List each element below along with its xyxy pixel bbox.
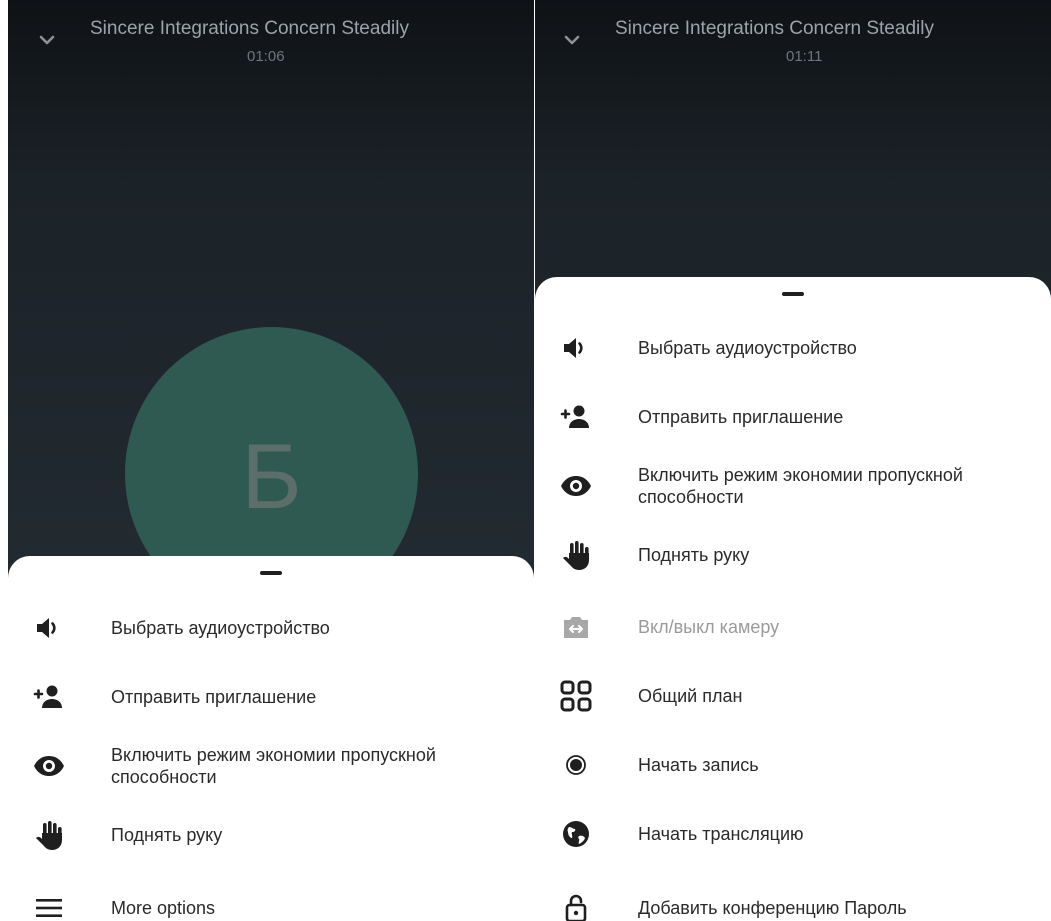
menu-item-select-audio-device[interactable]: Выбрать аудиоустройство xyxy=(535,318,1051,378)
switch-camera-icon xyxy=(559,610,593,644)
menu-item-toggle-camera: Вкл/выкл камеру xyxy=(535,597,1051,657)
call-screen-right: Sincere Integrations Concern Steadily 01… xyxy=(535,0,1051,921)
menu-item-label: Общий план xyxy=(638,686,743,706)
menu-item-label: Выбрать аудиоустройство xyxy=(638,338,857,358)
menu-item-raise-hand[interactable]: Поднять руку xyxy=(8,805,534,865)
menu-item-start-recording[interactable]: Начать запись xyxy=(535,735,1051,795)
add-person-icon xyxy=(32,680,66,714)
volume-icon xyxy=(559,331,593,365)
menu-item-label: Поднять руку xyxy=(111,825,223,845)
menu-item-send-invite[interactable]: Отправить приглашение xyxy=(535,387,1051,447)
record-icon xyxy=(559,748,593,782)
call-header: Sincere Integrations Concern Steadily 01… xyxy=(535,0,1051,80)
menu-item-raise-hand[interactable]: Поднять руку xyxy=(535,525,1051,585)
add-person-icon xyxy=(559,400,593,434)
globe-icon xyxy=(559,817,593,851)
menu-item-send-invite[interactable]: Отправить приглашение xyxy=(8,667,534,727)
chevron-down-icon[interactable] xyxy=(35,28,59,52)
menu-item-label: Отправить приглашение xyxy=(638,407,844,427)
call-screen-left: Sincere Integrations Concern Steadily 01… xyxy=(8,0,534,921)
call-duration: 01:11 xyxy=(786,48,823,65)
menu-item-more-options[interactable]: More options xyxy=(8,878,534,921)
menu-item-label: Начать запись xyxy=(638,755,759,775)
sheet-drag-handle[interactable] xyxy=(782,292,804,296)
menu-item-select-audio-device[interactable]: Выбрать аудиоустройство xyxy=(8,598,534,658)
lock-open-icon xyxy=(559,891,593,921)
menu-item-add-conference-password[interactable]: Добавить конференцию Пароль xyxy=(535,878,1051,921)
hand-icon xyxy=(559,538,593,572)
menu-item-label: Включить режим экономии пропускной спосо… xyxy=(111,745,436,787)
menu-item-label: Поднять руку xyxy=(638,545,750,565)
menu-item-low-bandwidth-mode[interactable]: Включить режим экономии пропускной спосо… xyxy=(535,456,1051,516)
menu-item-label: Добавить конференцию Пароль xyxy=(638,898,907,918)
menu-item-label: More options xyxy=(111,898,216,918)
call-duration: 01:06 xyxy=(247,48,285,65)
menu-item-label: Начать трансляцию xyxy=(638,824,804,844)
volume-icon xyxy=(32,611,66,645)
menu-item-label: Отправить приглашение xyxy=(111,687,317,707)
menu-item-tile-view[interactable]: Общий план xyxy=(535,666,1051,726)
menu-icon xyxy=(32,891,66,921)
options-bottom-sheet: Выбрать аудиоустройство Отправить пригла… xyxy=(535,277,1051,921)
conference-title: Sincere Integrations Concern Steadily xyxy=(615,18,934,39)
menu-item-label: Выбрать аудиоустройство xyxy=(111,618,330,638)
menu-item-label: Вкл/выкл камеру xyxy=(638,617,780,637)
menu-item-start-livestream[interactable]: Начать трансляцию xyxy=(535,804,1051,864)
options-bottom-sheet: Выбрать аудиоустройство Отправить пригла… xyxy=(8,556,534,921)
call-header: Sincere Integrations Concern Steadily 01… xyxy=(8,0,534,80)
hand-icon xyxy=(32,818,66,852)
avatar-initial: Б xyxy=(241,426,302,528)
chevron-down-icon[interactable] xyxy=(560,28,584,52)
eye-icon xyxy=(559,469,593,503)
menu-item-label: Включить режим экономии пропускной спосо… xyxy=(638,465,963,507)
conference-title: Sincere Integrations Concern Steadily xyxy=(90,18,409,39)
grid-view-icon xyxy=(559,679,593,713)
eye-icon xyxy=(32,749,66,783)
menu-item-low-bandwidth-mode[interactable]: Включить режим экономии пропускной спосо… xyxy=(8,736,534,796)
sheet-drag-handle[interactable] xyxy=(260,571,282,575)
